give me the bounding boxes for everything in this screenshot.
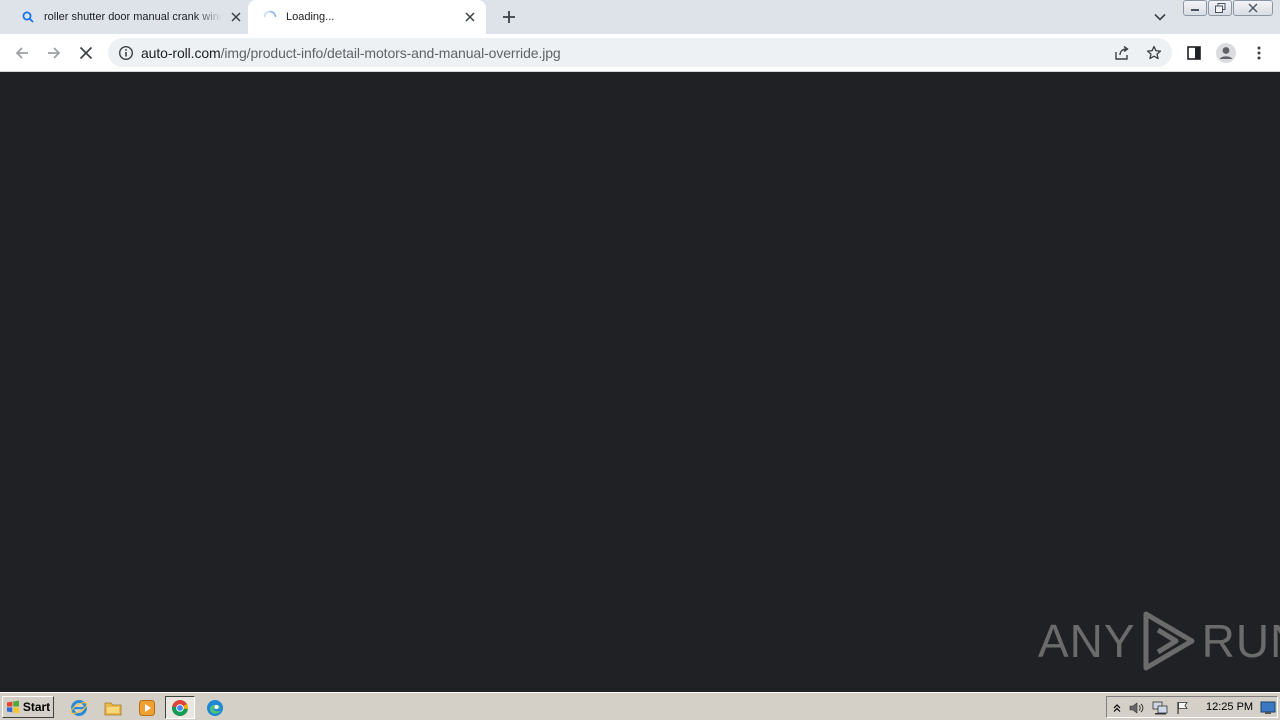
browser-toolbar: auto-roll.com/img/product-info/detail-mo… [0,34,1280,72]
start-label: Start [22,700,51,714]
side-panel-icon [1187,46,1201,60]
window-controls [1183,0,1273,18]
close-window-button[interactable] [1233,0,1273,16]
url-host: auto-roll.com [141,45,221,61]
show-desktop-icon[interactable] [1260,700,1276,716]
loading-spinner-icon [262,9,278,25]
url-text[interactable]: auto-roll.com/img/product-info/detail-mo… [141,45,561,61]
volume-icon[interactable] [1129,700,1145,716]
site-info-icon[interactable] [118,45,134,61]
arrow-right-icon [48,47,61,59]
kebab-menu-icon [1257,46,1261,60]
minimize-icon [1191,9,1199,11]
back-button[interactable] [10,41,34,65]
profile-avatar-icon [1216,43,1236,63]
side-panel-button[interactable] [1182,41,1206,65]
show-hidden-icons-icon[interactable] [1109,700,1125,716]
tab-close-icon[interactable] [462,9,478,25]
search-icon [20,9,36,25]
plus-icon [503,11,515,23]
anyrun-watermark: ANY RUN [1038,606,1280,676]
tab-loading[interactable]: Loading... [248,0,486,34]
restore-button[interactable] [1208,0,1232,16]
media-player-icon[interactable] [136,697,158,719]
watermark-text-right: RUN [1201,615,1280,667]
windows-logo-icon [6,700,19,714]
system-tray: 12:25 PM [1106,696,1278,718]
tab-title: roller shutter door manual crank winch [44,11,222,23]
new-tab-button[interactable] [498,6,520,28]
edge-icon[interactable] [204,697,226,719]
close-icon [1248,3,1258,13]
file-explorer-icon[interactable] [102,697,124,719]
profile-button[interactable] [1214,41,1238,65]
tab-search-results[interactable]: roller shutter door manual crank winch [16,0,244,34]
network-icon[interactable] [1152,700,1168,716]
page-content [0,72,1280,692]
tab-title: Loading... [286,11,335,23]
restore-icon [1214,3,1225,13]
address-bar[interactable]: auto-roll.com/img/product-info/detail-mo… [108,38,1172,67]
stop-loading-button[interactable] [74,41,98,65]
tab-search-button[interactable] [1150,8,1170,26]
arrow-left-icon [15,47,28,59]
stop-x-icon [79,46,93,60]
play-logo-icon [1143,611,1195,671]
internet-explorer-icon[interactable] [68,697,90,719]
minimize-button[interactable] [1183,0,1207,16]
chrome-icon [171,699,189,716]
share-icon[interactable] [1112,43,1132,63]
start-button[interactable]: Start [2,696,54,718]
action-center-flag-icon[interactable] [1175,700,1191,716]
chevron-down-icon [1154,13,1166,21]
clock[interactable]: 12:25 PM [1206,701,1253,713]
screen: roller shutter door manual crank winch L… [0,0,1280,720]
bookmark-star-icon[interactable] [1144,43,1164,63]
watermark-text-left: ANY [1038,615,1136,667]
url-path: /img/product-info/detail-motors-and-manu… [220,45,561,61]
tab-strip: roller shutter door manual crank winch L… [0,0,1280,34]
menu-button[interactable] [1247,41,1271,65]
chrome-taskbar-button[interactable] [165,696,195,719]
forward-button[interactable] [42,41,66,65]
tab-close-icon[interactable] [228,9,244,25]
taskbar: Start 12:25 PM [0,692,1280,720]
